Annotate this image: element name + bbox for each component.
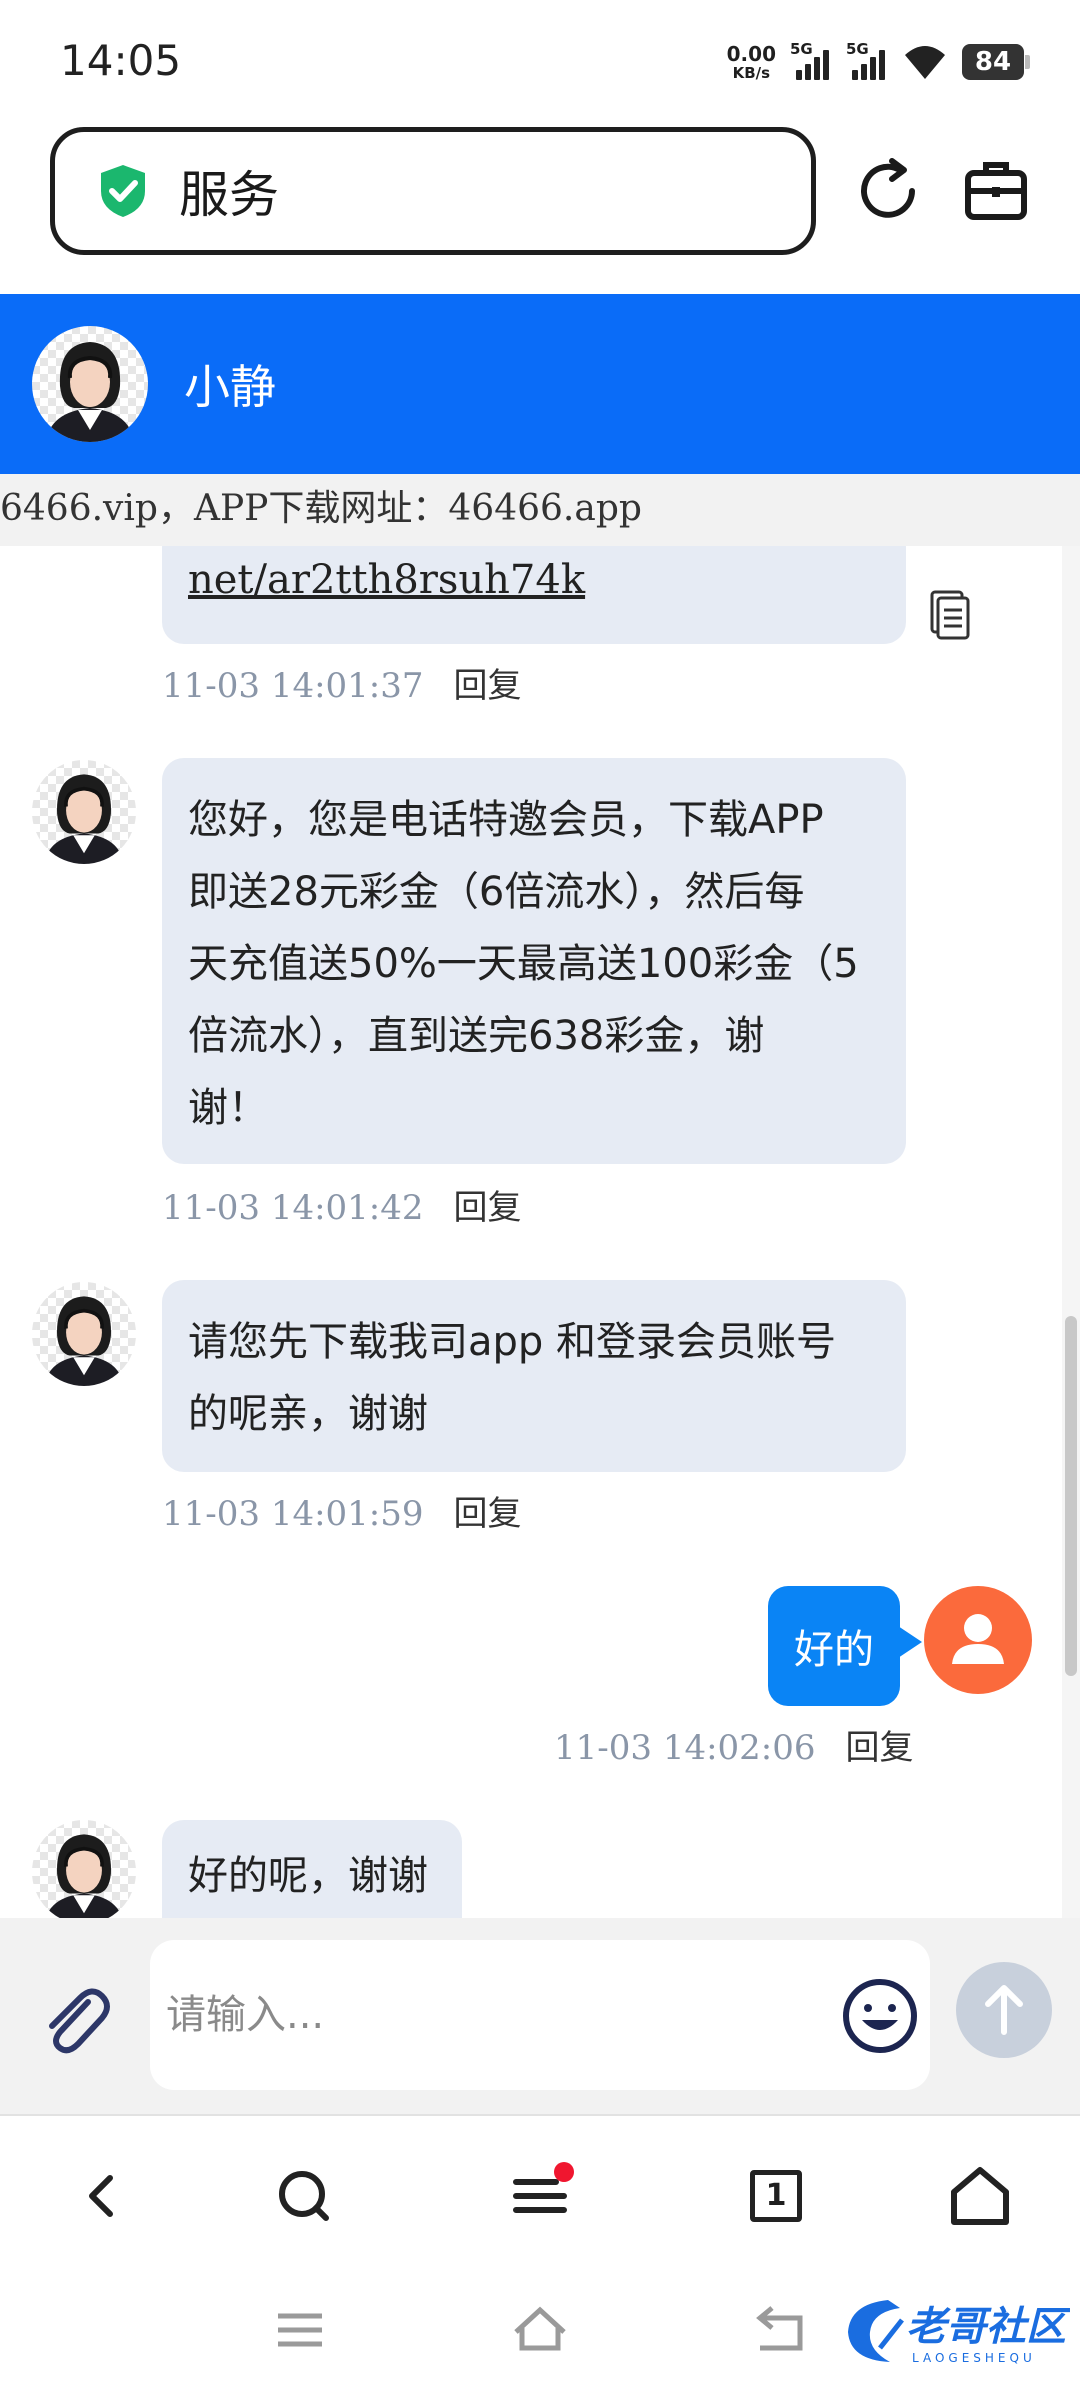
shield-check-icon — [101, 165, 145, 217]
reply-link[interactable]: 回复 — [454, 1188, 522, 1228]
message-link[interactable]: net/ar2tth8rsuh74k — [188, 557, 585, 603]
message-bubble[interactable]: 请您先下载我司app 和登录会员账号 的呢亲，谢谢 — [162, 1280, 906, 1472]
svg-text:LAOGESHEQU: LAOGESHEQU — [912, 2351, 1036, 2365]
attachment-icon[interactable] — [36, 1980, 116, 2060]
emoji-icon[interactable] — [840, 1976, 920, 2056]
agent-avatar — [32, 1282, 136, 1386]
reply-link[interactable]: 回复 — [846, 1728, 914, 1768]
back-icon[interactable] — [60, 2156, 140, 2236]
battery-icon: 84 — [962, 44, 1030, 80]
message-time: 11-03 14:01:42 — [162, 1188, 424, 1228]
toolbox-icon[interactable] — [960, 155, 1032, 227]
home-icon[interactable] — [940, 2156, 1020, 2236]
message-input-container[interactable] — [150, 1940, 930, 2090]
chat-message-list[interactable]: net/ar2tth8rsuh74k 11-03 14:01:37 回复 您好，您… — [0, 546, 1062, 1918]
browser-bottom-toolbar: 1 — [0, 2116, 1080, 2272]
message-bubble[interactable]: 好的呢，谢谢 — [162, 1820, 462, 1918]
notice-text: 6466.vip，APP下载网址：46466.app — [0, 488, 642, 529]
agent-avatar — [32, 760, 136, 864]
agent-name: 小静 — [184, 360, 276, 414]
send-button[interactable] — [956, 1962, 1052, 2058]
copy-icon[interactable] — [928, 590, 972, 640]
system-menu-icon[interactable] — [268, 2300, 332, 2360]
message-time: 11-03 14:02:06 — [554, 1728, 816, 1768]
reply-link[interactable]: 回复 — [454, 666, 522, 706]
watermark-logo: 老哥社区 LAOGESHEQU — [840, 2290, 1072, 2370]
message-meta: 11-03 14:01:59 回复 — [162, 1486, 522, 1535]
system-back-icon[interactable] — [748, 2300, 812, 2360]
agent-avatar — [32, 1820, 136, 1918]
message-meta: 11-03 14:01:37 回复 — [162, 658, 522, 707]
status-bar: 14:05 0.00 KB/s 5G 5G 84 — [0, 0, 1080, 120]
notice-marquee: 6466.vip，APP下载网址：46466.app — [0, 474, 1080, 546]
status-indicators: 0.00 KB/s 5G 5G 84 — [727, 40, 1030, 84]
message-bubble[interactable]: net/ar2tth8rsuh74k — [162, 546, 906, 644]
scrollbar-thumb[interactable] — [1065, 1316, 1077, 1676]
user-avatar-icon — [924, 1586, 1032, 1694]
chat-input-bar — [0, 1918, 1080, 2116]
signal-icon: 5G — [846, 40, 888, 82]
address-bar[interactable]: 服务 — [50, 127, 816, 255]
reply-link[interactable]: 回复 — [454, 1494, 522, 1534]
tabs-button[interactable]: 1 — [736, 2156, 816, 2236]
search-icon[interactable] — [264, 2156, 344, 2236]
message-meta: 11-03 14:02:06 回复 — [554, 1720, 914, 1769]
net-speed: 0.00 KB/s — [727, 44, 776, 81]
message-meta: 11-03 14:01:42 回复 — [162, 1180, 522, 1229]
net-speed-unit: KB/s — [732, 63, 771, 82]
message-time: 11-03 14:01:59 — [162, 1494, 424, 1534]
net-speed-value: 0.00 — [726, 41, 776, 66]
message-input[interactable] — [166, 1980, 806, 2050]
status-time: 14:05 — [60, 36, 182, 85]
page-title: 服务 — [179, 166, 279, 224]
chat-scrollbar[interactable] — [1062, 546, 1080, 1918]
refresh-icon[interactable] — [852, 155, 924, 227]
wifi-icon — [905, 46, 945, 79]
chat-header: 小静 — [0, 294, 1080, 474]
svg-text:老哥社区: 老哥社区 — [906, 2304, 1070, 2350]
agent-avatar — [32, 326, 148, 442]
menu-icon[interactable] — [500, 2156, 580, 2236]
message-bubble[interactable]: 您好，您是电话特邀会员，下载APP 即送28元彩金（6倍流水），然后每 天充值送… — [162, 758, 906, 1164]
tab-count: 1 — [750, 2170, 802, 2222]
system-home-icon[interactable] — [508, 2300, 572, 2360]
message-time: 11-03 14:01:37 — [162, 666, 424, 706]
signal-icon: 5G — [790, 40, 832, 82]
user-message-bubble[interactable]: 好的 — [768, 1586, 922, 1706]
